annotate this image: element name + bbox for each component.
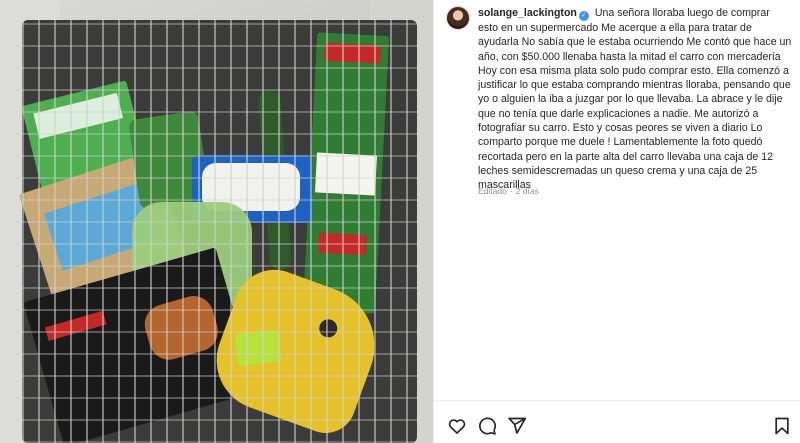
meta-separator: · <box>509 186 513 196</box>
verified-badge-icon: ✓ <box>578 11 589 21</box>
edited-label: Editado <box>478 186 507 196</box>
caption-text: Una señora lloraba luego de comprar esto… <box>478 7 792 192</box>
caption-row: solange_lackington ✓ Una señora lloraba l… <box>446 6 792 193</box>
share-icon <box>508 417 527 434</box>
bookmark-icon <box>775 417 789 435</box>
save-button[interactable] <box>771 415 793 437</box>
post-meta: Editado · 2 días <box>478 186 539 196</box>
avatar[interactable] <box>446 6 470 30</box>
caption: solange_lackington ✓ Una señora lloraba l… <box>478 6 792 193</box>
cart-wire-grid <box>22 20 417 443</box>
comment-icon <box>479 417 497 435</box>
time-ago[interactable]: 2 días <box>516 186 539 196</box>
comment-button[interactable] <box>476 415 498 437</box>
username-link[interactable]: solange_lackington <box>478 7 577 19</box>
share-button[interactable] <box>506 415 528 437</box>
shopping-cart <box>18 20 417 443</box>
action-bar <box>434 400 800 443</box>
post-photo[interactable] <box>0 0 433 443</box>
post-side-panel: solange_lackington ✓ Una señora lloraba l… <box>433 0 800 443</box>
like-button[interactable] <box>446 415 468 437</box>
heart-icon <box>448 419 466 434</box>
